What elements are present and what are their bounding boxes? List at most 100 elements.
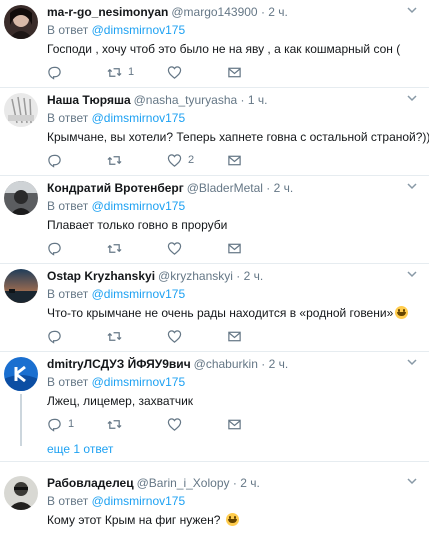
reply-label: В ответ [47, 287, 89, 301]
dm-button[interactable] [227, 240, 242, 256]
thread-line [20, 394, 22, 446]
chevron-down-icon[interactable] [407, 477, 417, 485]
reply-tweet[interactable]: ma-r-go_nesimonyan @margo143900 · 2 ч. В … [0, 0, 429, 88]
like-button[interactable] [167, 240, 188, 256]
timestamp[interactable]: 2 ч. [274, 181, 294, 195]
avatar[interactable] [4, 181, 38, 215]
author-name[interactable]: Ostap Kryzhanskyi [47, 269, 155, 283]
tweet-text: Кому этот Крым на фиг нужен? [47, 513, 221, 527]
author-handle[interactable]: @nasha_tyuryasha [134, 93, 238, 107]
like-button[interactable] [167, 64, 188, 80]
dm-button[interactable] [227, 152, 242, 168]
reply-context: В ответ @dimsmirnov175 [47, 493, 185, 509]
reply-context: В ответ @dimsmirnov175 [47, 198, 185, 214]
envelope-icon [228, 331, 241, 341]
action-bar: 1 [47, 64, 247, 80]
mention-link[interactable]: @dimsmirnov175 [92, 199, 186, 213]
retweet-button[interactable] [107, 152, 128, 168]
retweet-icon [107, 67, 122, 77]
timestamp[interactable]: 1 ч. [248, 93, 268, 107]
tweet-text: Крымчане, вы хотели? Теперь хапнете говн… [47, 130, 429, 144]
chevron-down-icon[interactable] [407, 94, 417, 102]
chevron-down-icon[interactable] [407, 358, 417, 366]
dm-button[interactable] [227, 64, 242, 80]
author-handle[interactable]: @chaburkin [194, 357, 258, 371]
heart-icon [167, 65, 182, 79]
reply-button[interactable] [47, 328, 68, 344]
author-name[interactable]: Рабовладелец [47, 476, 134, 490]
author-handle[interactable]: @Barin_i_Xolopy [137, 476, 230, 490]
reply-label: В ответ [47, 23, 89, 37]
dm-button[interactable] [227, 328, 242, 344]
laughing-emoji-icon [395, 306, 409, 319]
dm-button[interactable] [227, 416, 242, 432]
timestamp[interactable]: 2 ч. [268, 5, 288, 19]
reply-button[interactable] [47, 64, 68, 80]
tweet-text: Плавает только говно в проруби [47, 218, 228, 232]
reply-icon [48, 66, 61, 80]
reply-tweet[interactable]: Наша Тюряша @nasha_tyuryasha · 1 ч. В отв… [0, 88, 429, 176]
avatar[interactable] [4, 5, 38, 39]
timestamp[interactable]: 2 ч. [244, 269, 264, 283]
show-more-replies-link[interactable]: еще 1 ответ [47, 441, 113, 457]
author-name[interactable]: Кондратий Вротенберг [47, 181, 184, 195]
reply-button[interactable] [47, 240, 68, 256]
action-bar [47, 328, 247, 344]
separator-dot: · [261, 357, 266, 371]
reply-context: В ответ @dimsmirnov175 [47, 286, 185, 302]
author-name[interactable]: ma-r-go_nesimonyan [47, 5, 168, 19]
like-button[interactable]: 2 [167, 152, 194, 168]
separator-dot: · [232, 476, 237, 490]
author-handle[interactable]: @BladerMetal [187, 181, 263, 195]
reply-tweet[interactable]: Кондратий Вротенберг @BladerMetal · 2 ч. … [0, 176, 429, 264]
avatar[interactable] [4, 476, 38, 510]
chevron-down-icon[interactable] [407, 182, 417, 190]
reply-tweet[interactable]: Ostap Kryzhanskyi @kryzhanskyi · 2 ч. В о… [0, 264, 429, 352]
envelope-icon [228, 155, 241, 165]
retweet-button[interactable] [107, 416, 128, 432]
chevron-down-icon[interactable] [407, 270, 417, 278]
reply-label: В ответ [47, 375, 89, 389]
tweet-text-wrap: Кому этот Крым на фиг нужен? [47, 512, 239, 528]
reply-label: В ответ [47, 494, 89, 508]
reply-button[interactable]: 1 [47, 416, 74, 432]
chevron-down-icon[interactable] [407, 6, 417, 14]
avatar[interactable] [4, 269, 38, 303]
reply-tweet[interactable]: Рабовладелец @Barin_i_Xolopy · 2 ч. В отв… [0, 462, 429, 534]
envelope-icon [228, 243, 241, 253]
retweet-count: 1 [128, 66, 135, 78]
timestamp[interactable]: 2 ч. [240, 476, 260, 490]
reply-button[interactable] [47, 152, 68, 168]
laughing-emoji-icon [225, 513, 239, 526]
tweet-text: Господи , хочу чтоб это было не на яву ,… [47, 42, 401, 56]
author-name[interactable]: Наша Тюряша [47, 93, 131, 107]
like-button[interactable] [167, 416, 188, 432]
mention-link[interactable]: @dimsmirnov175 [92, 111, 186, 125]
mention-link[interactable]: @dimsmirnov175 [92, 23, 186, 37]
envelope-icon [228, 419, 241, 429]
reply-context: В ответ @dimsmirnov175 [47, 110, 185, 126]
reply-tweet[interactable]: dmitryЛСДУЗ ЙФЯУ9вич @chaburkin · 2 ч. В … [0, 352, 429, 462]
separator-dot: · [266, 181, 271, 195]
retweet-icon [107, 331, 122, 341]
retweet-button[interactable]: 1 [107, 64, 134, 80]
separator-dot: · [260, 5, 265, 19]
retweet-button[interactable] [107, 328, 128, 344]
author-name[interactable]: dmitryЛСДУЗ ЙФЯУ9вич [47, 357, 191, 371]
separator-dot: · [236, 269, 241, 283]
action-bar: 2 [47, 152, 247, 168]
like-button[interactable] [167, 328, 188, 344]
mention-link[interactable]: @dimsmirnov175 [92, 494, 186, 508]
heart-icon [167, 241, 182, 255]
mention-link[interactable]: @dimsmirnov175 [92, 375, 186, 389]
avatar[interactable] [4, 93, 38, 127]
author-handle[interactable]: @margo143900 [171, 5, 257, 19]
retweet-icon [107, 155, 122, 165]
mention-link[interactable]: @dimsmirnov175 [92, 287, 186, 301]
reply-context: В ответ @dimsmirnov175 [47, 374, 185, 390]
timestamp[interactable]: 2 ч. [269, 357, 289, 371]
author-handle[interactable]: @kryzhanskyi [158, 269, 233, 283]
avatar[interactable] [4, 357, 38, 391]
retweet-button[interactable] [107, 240, 128, 256]
action-bar: 1 [47, 416, 247, 432]
